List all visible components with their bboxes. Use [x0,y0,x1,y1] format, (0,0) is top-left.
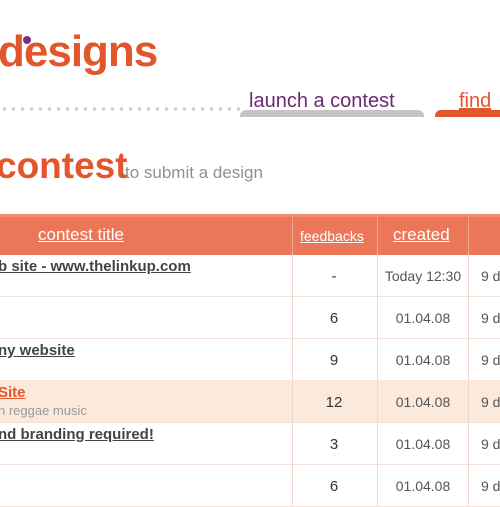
logo-dot-icon [23,36,31,44]
nav-find-tab-bar [435,110,500,117]
created-date: 01.04.08 [395,352,451,368]
ends-in: 9 d [481,268,500,284]
ends-in: 9 d [481,436,500,452]
sort-contest-title[interactable]: contest title [38,225,124,245]
header-separator [468,217,469,255]
table-row: 6 01.04.08 9 d [0,464,500,507]
created-date: 01.04.08 [395,310,451,326]
contest-title-link[interactable]: nd branding required! [0,426,154,443]
contest-title-link[interactable]: b site - www.thelinkup.com [0,258,191,275]
column-separator [468,254,469,296]
sort-feedbacks[interactable]: feedbacks [300,228,364,244]
page-subtitle: to submit a design [125,163,263,182]
feedback-count: 6 [329,310,339,327]
table-row: Site n reggae music 12 01.04.08 9 d [0,380,500,423]
created-date: 01.04.08 [395,478,451,494]
table-row: nd branding required! 3 01.04.08 9 d [0,422,500,465]
ends-in: 9 d [481,394,500,410]
column-separator [468,296,469,338]
created-date: 01.04.08 [395,394,451,410]
contest-title-link[interactable]: Site [0,384,26,401]
created-date: Today 12:30 [384,268,462,284]
feedback-count: 12 [325,394,343,411]
table-row: ny website 9 01.04.08 9 d [0,338,500,381]
contest-title-link[interactable]: ny website [0,342,75,359]
feedback-count: - [331,268,337,285]
table-header: contest title feedbacks created [0,214,500,255]
header-separator [292,217,293,255]
ends-in: 9 d [481,352,500,368]
feedback-count: 9 [329,352,339,369]
dotted-divider [0,106,240,112]
ends-in: 9 d [481,478,500,494]
table-row: b site - www.thelinkup.com - Today 12:30 9 … [0,254,500,297]
column-separator [468,422,469,464]
nav-launch-tab-bar [240,110,424,117]
column-separator [468,380,469,422]
feedback-count: 3 [329,436,339,453]
sort-created[interactable]: created [393,225,450,245]
created-date: 01.04.08 [395,436,451,452]
column-separator [468,338,469,380]
header-separator [377,217,378,255]
table-row: 6 01.04.08 9 d [0,296,500,339]
contest-description: n reggae music [0,403,87,418]
page-title: contest [0,145,128,186]
ends-in: 9 d [481,310,500,326]
feedback-count: 6 [329,478,339,495]
